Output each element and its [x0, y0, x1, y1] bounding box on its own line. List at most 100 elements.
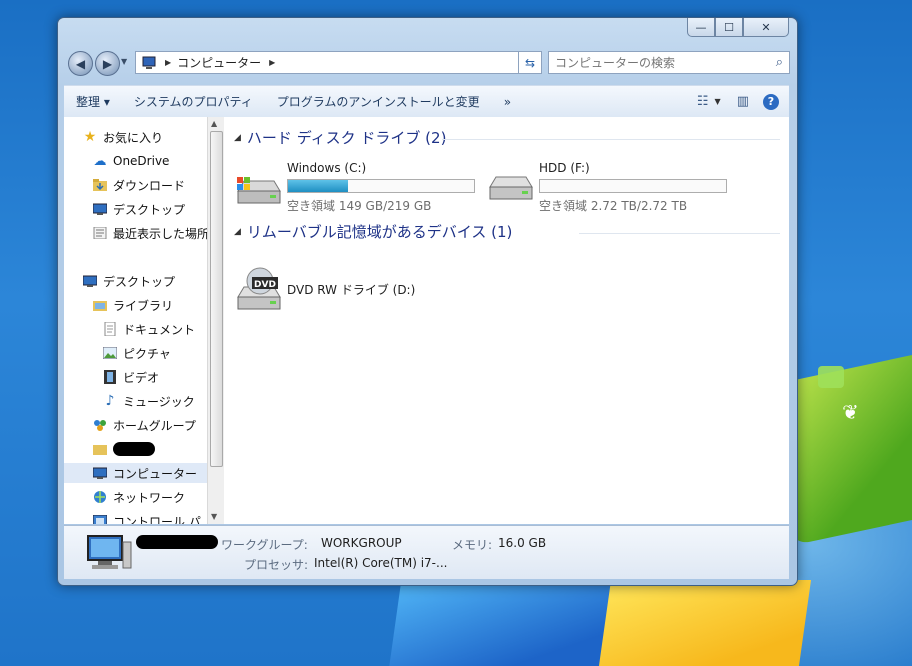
redacted-computer-name [136, 535, 218, 549]
breadcrumb-separator[interactable]: ▶ [165, 58, 171, 67]
memory-label: メモリ: [452, 538, 493, 552]
drive-f-usage-bar [539, 179, 727, 193]
windows-logo-green-pane [790, 355, 912, 546]
picture-icon [102, 345, 118, 361]
memory-value: 16.0 GB [498, 536, 547, 550]
nav-computer[interactable]: コンピューター [64, 463, 207, 483]
group-divider [579, 233, 780, 234]
forward-icon: ▶ [102, 56, 113, 71]
view-icon[interactable]: ☷ [691, 94, 715, 109]
more-commands-button[interactable]: » [492, 95, 523, 109]
document-icon [102, 321, 118, 337]
recent-places-icon [92, 225, 108, 241]
group-removable-devices[interactable]: ◢ リムーバブル記憶域があるデバイス (1) [234, 221, 512, 242]
nav-music[interactable]: ♪ ミュージック [102, 391, 207, 411]
nav-videos-label: ビデオ [123, 370, 160, 385]
nav-user-folder[interactable] [92, 439, 207, 459]
drive-c[interactable]: Windows (C:) 空き領域 149 GB/219 GB [234, 161, 484, 221]
nav-libraries-label: ライブラリ [113, 298, 174, 313]
nav-desktop[interactable]: デスクトップ [82, 271, 207, 291]
preview-pane-icon[interactable]: ▥ [727, 94, 759, 109]
nav-favorites[interactable]: ★ お気に入り [82, 127, 207, 147]
uninstall-program-button[interactable]: プログラムのアンインストールと変更 [265, 93, 492, 110]
drive-f-name: HDD (F:) [539, 161, 590, 175]
butterfly-icon: ❦ [842, 400, 859, 424]
navigation-scrollbar[interactable]: ▲ ▼ [207, 117, 224, 524]
group-hard-disk-drives-label: ハード ディスク ドライブ (2) [246, 129, 447, 147]
organize-menu[interactable]: 整理 ▾ [64, 93, 122, 110]
nav-desktop-label: デスクトップ [103, 274, 176, 289]
system-properties-button[interactable]: システムのプロパティ [122, 93, 265, 110]
nav-music-label: ミュージック [123, 394, 195, 409]
music-icon: ♪ [105, 393, 115, 409]
search-input[interactable] [549, 54, 765, 71]
nav-downloads[interactable]: ダウンロード [92, 175, 207, 195]
homegroup-icon [92, 417, 108, 433]
navigation-pane: ★ お気に入り ☁ OneDrive ダウンロード デスクトップ 最近表示した場… [64, 117, 207, 524]
scroll-up-arrow[interactable]: ▲ [211, 119, 217, 128]
nav-libraries[interactable]: ライブラリ [92, 295, 207, 315]
control-panel-icon [92, 513, 108, 524]
minimize-button[interactable]: — [687, 18, 715, 37]
processor-label: プロセッサ: [244, 558, 309, 572]
forward-button[interactable]: ▶ [95, 51, 120, 76]
nav-homegroup[interactable]: ホームグループ [92, 415, 207, 435]
nav-recent-places[interactable]: 最近表示した場所 [92, 223, 207, 243]
nav-network[interactable]: ネットワーク [92, 487, 207, 507]
computer-icon [92, 465, 108, 481]
refresh-button[interactable]: ⇆ [518, 51, 542, 74]
nav-computer-label: コンピューター [113, 466, 198, 481]
nav-control-panel[interactable]: コントロール パ [92, 511, 207, 524]
address-bar[interactable]: ▶ コンピューター ▶ ▼ [135, 51, 542, 74]
nav-videos[interactable]: ビデオ [102, 367, 207, 387]
nav-homegroup-label: ホームグループ [113, 418, 196, 433]
cloud-icon: ☁ [93, 153, 107, 169]
breadcrumb-separator[interactable]: ▶ [269, 58, 275, 67]
nav-documents-label: ドキュメント [123, 322, 196, 337]
video-icon [102, 369, 118, 385]
drive-f[interactable]: HDD (F:) 空き領域 2.72 TB/2.72 TB [486, 161, 746, 221]
drive-c-name: Windows (C:) [287, 161, 367, 175]
star-icon: ★ [83, 129, 97, 145]
drive-f-free-space: 空き領域 2.72 TB/2.72 TB [539, 199, 688, 213]
windows-logo-blue-pane [389, 585, 611, 666]
search-box[interactable]: ⌕ [548, 51, 790, 74]
hard-drive-icon [237, 177, 281, 204]
maximize-button[interactable]: ☐ [715, 18, 743, 37]
drive-d[interactable]: DVD DVD RW ドライブ (D:) [234, 267, 454, 317]
search-icon[interactable]: ⌕ [776, 55, 783, 70]
explorer-window: — ☐ ✕ ◀ ▶ ▼ ▶ コンピューター ▶ ▼ ⇆ ⌕ 整理 [57, 17, 798, 586]
workgroup-value: WORKGROUP [321, 536, 402, 550]
view-dropdown[interactable]: ▼ [715, 97, 727, 106]
back-button[interactable]: ◀ [68, 51, 93, 76]
group-divider [442, 139, 780, 140]
nav-documents[interactable]: ドキュメント [102, 319, 207, 339]
drive-d-name: DVD RW ドライブ (D:) [287, 283, 416, 297]
hard-drive-icon [489, 176, 533, 200]
nav-pictures[interactable]: ピクチャ [102, 343, 207, 363]
desktop-icon [92, 201, 108, 217]
help-icon[interactable]: ? [763, 93, 779, 110]
close-button[interactable]: ✕ [743, 18, 789, 37]
group-hard-disk-drives[interactable]: ◢ ハード ディスク ドライブ (2) [234, 127, 446, 148]
library-icon [92, 297, 108, 313]
breadcrumb-computer[interactable]: コンピューター [177, 54, 261, 71]
refresh-icon: ⇆ [524, 55, 536, 70]
network-icon [92, 489, 108, 505]
nav-onedrive-label: OneDrive [113, 154, 170, 168]
user-folder-icon [92, 441, 108, 457]
command-bar: 整理 ▾ システムのプロパティ プログラムのアンインストールと変更 » ☷ ▼ … [64, 85, 789, 118]
workgroup-label: ワークグループ: [221, 538, 308, 552]
scroll-down-arrow[interactable]: ▼ [211, 512, 217, 521]
drive-c-free-space: 空き領域 149 GB/219 GB [287, 199, 432, 213]
recent-pages-dropdown[interactable]: ▼ [121, 57, 127, 66]
desktop-icon [82, 273, 98, 289]
nav-onedrive[interactable]: ☁ OneDrive [92, 151, 207, 171]
scrollbar-thumb[interactable] [210, 131, 223, 467]
drive-c-usage-bar [287, 179, 475, 193]
back-icon: ◀ [75, 56, 86, 71]
details-pane: ワークグループ: WORKGROUP メモリ: 16.0 GB プロセッサ: I… [64, 525, 789, 579]
desktop-hex-decoration [818, 366, 844, 388]
nav-network-label: ネットワーク [113, 490, 186, 505]
nav-desktop-favorite[interactable]: デスクトップ [92, 199, 207, 219]
